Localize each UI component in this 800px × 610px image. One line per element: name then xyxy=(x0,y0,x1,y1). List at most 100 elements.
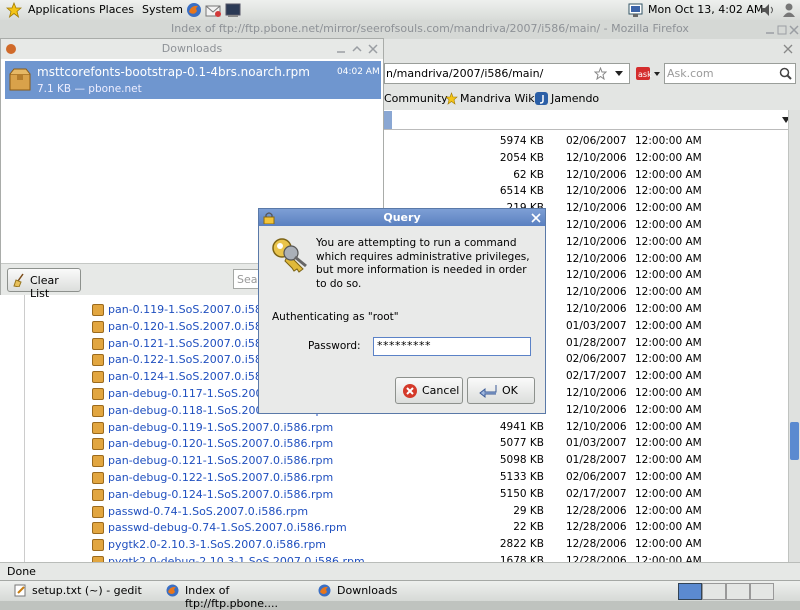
file-time: 12:00:00 AM xyxy=(635,555,702,562)
query-title: Query xyxy=(383,211,421,224)
cancel-button[interactable]: Cancel xyxy=(395,377,463,404)
password-field[interactable]: ********* xyxy=(373,337,531,356)
download-item[interactable]: msttcorefonts-bootstrap-0.1-4brs.noarch.… xyxy=(5,61,381,99)
status-text: Done xyxy=(7,565,36,578)
search-input[interactable]: Ask.com xyxy=(664,63,796,84)
table-row[interactable]: pan-debug-0.119-1.SoS.2007.0.i586.rpm 494… xyxy=(0,420,788,437)
table-row[interactable]: pygtk2.0-2.10.3-1.SoS.2007.0.i586.rpm 282… xyxy=(0,537,788,554)
file-date: 12/10/2006 xyxy=(566,235,627,248)
url-dropdown[interactable] xyxy=(611,63,628,84)
workspace-4[interactable] xyxy=(750,583,774,600)
workspace-2[interactable] xyxy=(702,583,726,600)
star-menu-icon[interactable] xyxy=(6,2,22,18)
firefox-menubar xyxy=(384,39,800,60)
volume-icon[interactable] xyxy=(761,3,775,17)
firefox-launcher-icon[interactable] xyxy=(186,2,202,18)
maximize-icon[interactable] xyxy=(776,24,788,36)
url-bar[interactable]: n/mandriva/2007/i586/main/ xyxy=(384,63,630,84)
firefox-window-title: Index of ftp://ftp.pbone.net/mirror/seer… xyxy=(171,22,689,35)
file-date: 02/17/2007 xyxy=(566,487,627,500)
file-time: 12:00:00 AM xyxy=(635,471,702,483)
file-time: 12:00:00 AM xyxy=(635,252,702,265)
vertical-scrollbar[interactable] xyxy=(788,110,800,562)
places-menu[interactable]: Places xyxy=(99,3,134,16)
system-menu[interactable]: System xyxy=(142,3,183,16)
file-name[interactable]: pan-debug-0.120-1.SoS.2007.0.i586.rpm xyxy=(108,437,333,450)
table-row[interactable]: passwd-0.74-1.SoS.2007.0.i586.rpm 29 KB 12… xyxy=(0,504,788,521)
chevron-down-icon[interactable] xyxy=(780,115,788,125)
file-size: 29 KB xyxy=(513,504,544,517)
file-name[interactable]: pan-debug-0.122-1.SoS.2007.0.i586.rpm xyxy=(108,471,333,484)
file-date: 12/28/2006 xyxy=(566,538,627,551)
url-dropdown-icon[interactable] xyxy=(611,63,628,84)
bookmark-jamendo[interactable]: Jamendo xyxy=(551,92,599,105)
search-icon[interactable] xyxy=(779,67,792,80)
file-time: 12:00:00 AM xyxy=(635,420,702,433)
scrollbar-thumb[interactable] xyxy=(790,422,799,460)
menubar-close-icon[interactable] xyxy=(782,43,794,55)
file-size: 6514 KB xyxy=(499,185,544,198)
mail-launcher-icon[interactable] xyxy=(205,2,223,18)
password-value[interactable]: ********* xyxy=(377,339,431,352)
file-date: 12/10/2006 xyxy=(566,219,627,231)
workspace-switcher[interactable] xyxy=(678,583,774,600)
ok-button[interactable]: OK xyxy=(467,377,535,404)
downloads-maximize-icon[interactable] xyxy=(351,43,363,55)
file-time: 12:00:00 AM xyxy=(635,168,702,181)
close-icon[interactable] xyxy=(788,24,800,36)
bookmarks-toolbar: Community Mandriva Wiki Jamendo xyxy=(384,88,800,111)
file-size: 5150 KB xyxy=(499,487,544,500)
task-firefox-icon xyxy=(166,584,179,597)
bookmark-community[interactable]: Community xyxy=(384,92,448,105)
bookmark-mandriva-wiki[interactable]: Mandriva Wiki xyxy=(460,92,538,105)
downloads-close-icon[interactable] xyxy=(367,43,379,55)
package-file-icon xyxy=(92,455,104,468)
applications-menu[interactable]: Applications xyxy=(28,3,95,16)
table-row[interactable]: pan-debug-0.124-1.SoS.2007.0.i586.rpm 515… xyxy=(0,487,788,504)
query-close-icon[interactable] xyxy=(530,212,542,224)
url-text[interactable]: n/mandriva/2007/i586/main/ xyxy=(386,67,543,80)
downloads-titlebar[interactable]: Downloads xyxy=(1,39,383,59)
network-monitor-icon[interactable] xyxy=(628,2,644,18)
task-firefox[interactable]: Index of ftp://ftp.pbone.... xyxy=(164,582,312,610)
file-name[interactable]: pygtk2.0-debug-2.10.3-1.SoS.2007.0.i586.… xyxy=(108,555,365,562)
file-size: 2054 KB xyxy=(499,151,544,164)
file-name[interactable]: passwd-0.74-1.SoS.2007.0.i586.rpm xyxy=(108,505,308,518)
file-date: 12/10/2006 xyxy=(566,303,627,315)
table-row[interactable]: pygtk2.0-debug-2.10.3-1.SoS.2007.0.i586.… xyxy=(0,554,788,562)
workspace-1[interactable] xyxy=(678,583,702,600)
table-row[interactable]: pan-debug-0.121-1.SoS.2007.0.i586.rpm 509… xyxy=(0,453,788,470)
file-date: 02/06/2007 xyxy=(566,135,627,147)
task-gedit[interactable]: setup.txt (~) - gedit xyxy=(0,582,160,599)
file-time: 12:00:00 AM xyxy=(635,538,702,551)
table-row[interactable]: pan-debug-0.120-1.SoS.2007.0.i586.rpm 507… xyxy=(0,436,788,453)
task-downloads[interactable]: Downloads xyxy=(316,582,416,599)
minimize-icon[interactable] xyxy=(764,24,776,36)
keys-icon xyxy=(272,238,307,273)
file-date: 12/10/2006 xyxy=(566,286,627,299)
clear-list-button[interactable]: Clear List xyxy=(7,268,81,300)
clear-list-label: Clear List xyxy=(30,274,59,300)
workspace-3[interactable] xyxy=(726,583,750,600)
file-size: 4941 KB xyxy=(499,420,544,433)
file-name[interactable]: passwd-debug-0.74-1.SoS.2007.0.i586.rpm xyxy=(108,521,347,534)
file-time: 12:00:00 AM xyxy=(635,219,702,231)
downloads-minimize-icon[interactable] xyxy=(335,43,347,55)
file-date: 02/06/2007 xyxy=(566,353,627,366)
clock[interactable]: Mon Oct 13, 4:02 AM xyxy=(648,3,763,16)
header-tab xyxy=(384,111,392,129)
search-engine-button[interactable]: ask xyxy=(634,63,664,84)
table-row[interactable]: pan-debug-0.122-1.SoS.2007.0.i586.rpm 513… xyxy=(0,470,788,487)
package-file-icon xyxy=(92,304,104,316)
table-row[interactable]: passwd-debug-0.74-1.SoS.2007.0.i586.rpm 2… xyxy=(0,520,788,537)
query-message: You are attempting to run a command whic… xyxy=(316,237,530,290)
package-file-icon xyxy=(92,522,104,535)
file-name[interactable]: pan-debug-0.121-1.SoS.2007.0.i586.rpm xyxy=(108,454,333,467)
user-switch-icon[interactable] xyxy=(781,2,797,18)
query-titlebar[interactable]: Query xyxy=(259,209,545,226)
file-name[interactable]: pan-debug-0.119-1.SoS.2007.0.i586.rpm xyxy=(108,421,333,434)
terminal-launcher-icon[interactable] xyxy=(225,2,241,18)
file-name[interactable]: pygtk2.0-2.10.3-1.SoS.2007.0.i586.rpm xyxy=(108,538,326,551)
bookmark-star-icon[interactable] xyxy=(594,67,607,80)
file-name[interactable]: pan-debug-0.124-1.SoS.2007.0.i586.rpm xyxy=(108,488,333,501)
